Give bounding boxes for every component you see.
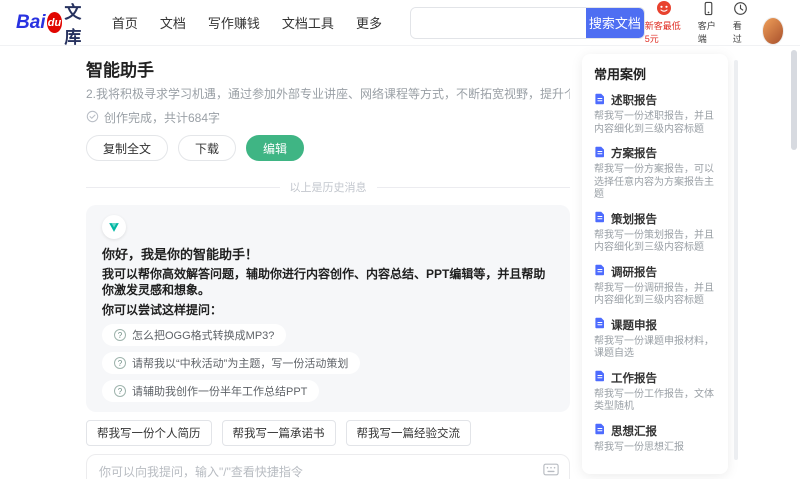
top-header: Bai du 文库 首页 文档 写作赚钱 文档工具 更多 搜索文档 新客最低5元… (0, 0, 800, 48)
history-divider: 以上是历史消息 (86, 179, 570, 195)
phone-icon (701, 1, 716, 18)
page-title: 智能助手 (86, 61, 154, 80)
copy-all-button[interactable]: 复制全文 (86, 135, 169, 161)
suggestion-chip[interactable]: ? 请辅助我创作一份半年工作总结PPT (102, 380, 320, 402)
assistant-welcome-card: 你好，我是你的智能助手！ 我可以帮你高效解答问题，辅助你进行内容创作、内容总结、… (86, 205, 570, 412)
document-icon (594, 317, 606, 332)
nav-tools[interactable]: 文档工具 (282, 13, 334, 32)
message-input[interactable] (99, 463, 535, 479)
search-box: 搜索文档 (409, 6, 645, 39)
nav-home[interactable]: 首页 (112, 13, 138, 32)
case-item-cehua[interactable]: 策划报告 帮我写一份策划报告，并且内容细化到三级内容标题 (594, 206, 716, 259)
client-entry[interactable]: 客户端 (698, 1, 719, 45)
case-desc: 帮我写一份工作报告，文体类型随机 (594, 388, 714, 413)
main-nav: 首页 文档 写作赚钱 文档工具 更多 (112, 13, 382, 32)
case-desc: 帮我写一份思想汇报 (594, 441, 684, 453)
history-trailing-text: 2.我将积极寻求学习机遇，通过参加外部专业讲座、网络课程等方式，不断拓宽视野，提… (86, 87, 570, 101)
question-icon: ? (114, 357, 126, 369)
case-title: 课题申报 (611, 319, 657, 332)
case-title: 思想汇报 (611, 425, 657, 438)
clock-icon (733, 1, 748, 18)
suggestion-chip[interactable]: ? 怎么把OGG格式转换成MP3? (102, 324, 287, 346)
sidebar-scrollbar[interactable] (734, 60, 738, 460)
question-icon: ? (114, 329, 126, 341)
case-desc: 帮我写一份调研报告，并且内容细化到三级内容标题 (594, 282, 714, 307)
case-title: 策划报告 (611, 213, 657, 226)
divider-line-right (376, 186, 570, 188)
document-icon (594, 264, 606, 279)
user-avatar[interactable] (761, 17, 784, 45)
generation-status: 创作完成，共计684字 (86, 109, 570, 126)
assistant-intro: 我可以帮你高效解答问题，辅助你进行内容创作、内容总结、PPT编辑等，并且帮助你激… (102, 267, 546, 297)
edit-button[interactable]: 编辑 (246, 135, 305, 161)
status-text: 创作完成，共计684字 (104, 111, 221, 125)
common-cases-panel: 常用案例 述职报告 帮我写一份述职报告，并且内容细化到三级内容标题 方案报告 帮… (582, 54, 728, 474)
history-actions: 复制全文 下载 编辑 (86, 135, 570, 161)
document-icon (594, 93, 606, 108)
case-title: 工作报告 (611, 372, 657, 385)
case-item-sixiang[interactable]: 思想汇报 帮我写一份思想汇报 (594, 418, 716, 459)
suggestion-text: 请帮我以“中秋活动”为主题，写一份活动策划 (132, 358, 349, 370)
baidu-wenku-logo[interactable]: Bai du 文库 (16, 0, 90, 48)
assistant-avatar-icon (102, 215, 126, 239)
header-right: 新客最低5元 客户端 看过 (645, 0, 784, 45)
mascot-icon (656, 0, 672, 18)
document-icon (594, 146, 606, 161)
promo-label: 新客最低5元 (644, 21, 681, 44)
message-composer: 0/400 (86, 454, 570, 479)
question-icon: ? (114, 385, 126, 397)
cases-title: 常用案例 (594, 67, 647, 82)
quick-prompt-pledge[interactable]: 帮我写一篇承诺书 (221, 420, 336, 446)
nav-earn[interactable]: 写作赚钱 (208, 13, 260, 32)
page-scrollbar[interactable] (791, 50, 797, 475)
quick-prompts: 帮我写一份个人简历 帮我写一篇承诺书 帮我写一篇经验交流 (86, 420, 570, 446)
assistant-hint: 你可以尝试这样提问： (102, 303, 223, 317)
divider-line-left (86, 186, 280, 188)
client-label: 客户端 (697, 21, 716, 44)
shortcut-keyboard-icon[interactable] (543, 463, 559, 479)
document-icon (594, 211, 606, 226)
page-body: 智能助手 2.我将积极寻求学习机遇，通过参加外部专业讲座、网络课程等方式，不断拓… (0, 46, 800, 479)
suggestion-chip[interactable]: ? 请帮我以“中秋活动”为主题，写一份活动策划 (102, 352, 361, 374)
case-desc: 帮我写一份课题申报材料，课题自选 (594, 335, 714, 360)
case-item-gongzuo[interactable]: 工作报告 帮我写一份工作报告，文体类型随机 (594, 365, 716, 418)
suggestion-text: 请辅助我创作一份半年工作总结PPT (132, 386, 308, 398)
quick-prompt-resume[interactable]: 帮我写一份个人简历 (86, 420, 212, 446)
case-title: 方案报告 (611, 148, 657, 160)
suggestion-text: 怎么把OGG格式转换成MP3? (132, 330, 275, 342)
case-desc: 帮我写一份述职报告，并且内容细化到三级内容标题 (594, 111, 714, 135)
check-circle-icon (86, 110, 99, 126)
promo-entry[interactable]: 新客最低5元 (645, 0, 684, 45)
viewed-entry[interactable]: 看过 (733, 1, 748, 45)
case-desc: 帮我写一份策划报告，并且内容细化到三级内容标题 (594, 229, 714, 254)
case-item-shuzhi[interactable]: 述职报告 帮我写一份述职报告，并且内容细化到三级内容标题 (594, 87, 716, 140)
viewed-label: 看过 (732, 21, 742, 44)
case-title: 述职报告 (611, 95, 657, 107)
case-item-keti[interactable]: 课题申报 帮我写一份课题申报材料，课题自选 (594, 312, 716, 365)
logo-du-paw: du (46, 12, 63, 33)
document-icon (594, 423, 606, 438)
scrollbar-thumb[interactable] (791, 50, 797, 150)
case-item-fangan[interactable]: 方案报告 帮我写一份方案报告，可以选择任意内容为方案报告主题 (594, 140, 716, 206)
search-button[interactable]: 搜索文档 (585, 7, 644, 38)
assistant-main: 智能助手 2.我将积极寻求学习机遇，通过参加外部专业讲座、网络课程等方式，不断拓… (86, 54, 570, 479)
nav-more[interactable]: 更多 (356, 13, 382, 32)
document-icon (594, 370, 606, 385)
assistant-greeting: 你好，我是你的智能助手！ (102, 247, 259, 262)
logo-wenku: 文库 (64, 2, 82, 47)
nav-docs[interactable]: 文档 (160, 13, 186, 32)
search-input[interactable] (410, 7, 586, 38)
logo-bai: Bai (16, 11, 46, 33)
case-item-diaoyan[interactable]: 调研报告 帮我写一份调研报告，并且内容细化到三级内容标题 (594, 259, 716, 312)
case-title: 调研报告 (611, 266, 657, 279)
download-button[interactable]: 下载 (178, 135, 237, 161)
divider-label: 以上是历史消息 (289, 182, 367, 194)
case-desc: 帮我写一份方案报告，可以选择任意内容为方案报告主题 (594, 164, 714, 200)
quick-prompt-experience[interactable]: 帮我写一篇经验交流 (345, 420, 471, 446)
